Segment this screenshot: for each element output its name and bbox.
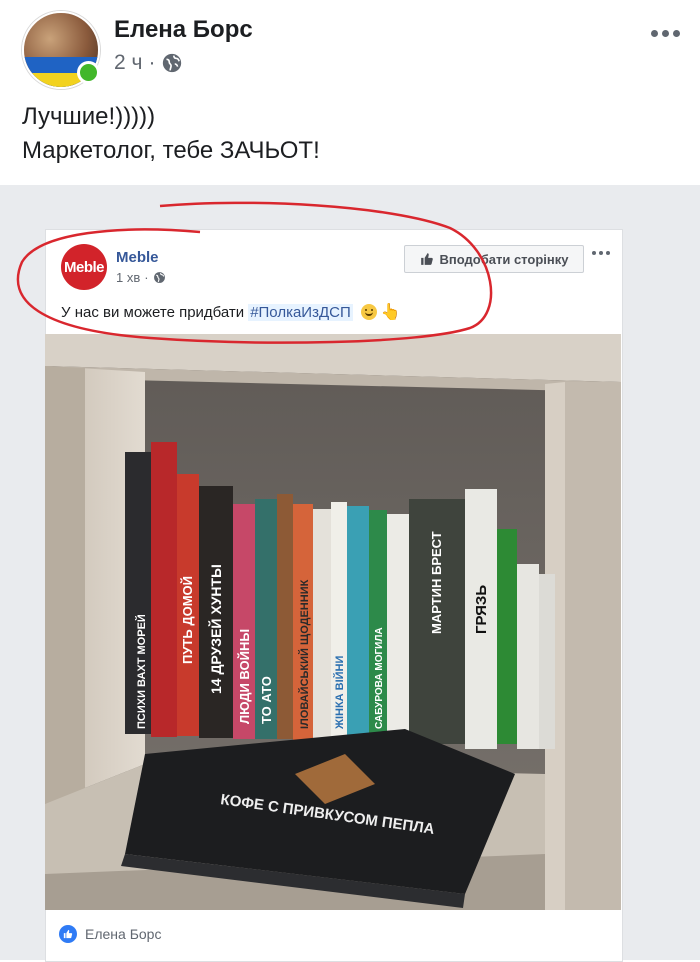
globe-icon xyxy=(163,53,182,73)
hashtag-link[interactable]: #ПолкаИзДСП xyxy=(248,303,353,321)
meta-separator: · xyxy=(144,270,149,285)
globe-icon xyxy=(153,272,165,283)
dot-icon xyxy=(662,30,669,37)
dot-icon xyxy=(592,251,596,255)
reaction-name[interactable]: Елена Борс xyxy=(85,926,161,942)
post-options-button[interactable] xyxy=(651,30,680,37)
thumbs-up-icon xyxy=(63,929,73,939)
like-page-button[interactable]: Вподобати сторінку xyxy=(404,245,584,273)
book-title: ЛЮДИ ВОЙНЫ xyxy=(237,629,252,724)
post-author-name[interactable]: Елена Борс xyxy=(114,16,253,44)
pointing-hand-emoji-icon: 👆 xyxy=(380,304,401,321)
meta-separator: · xyxy=(148,51,156,74)
like-page-label: Вподобати сторінку xyxy=(439,251,569,267)
book-title: ТО АТО xyxy=(259,676,274,724)
meble-logo[interactable]: Meble xyxy=(61,244,107,290)
book-title: ЖІНКА ВІЙНИ xyxy=(333,655,346,730)
shared-options-button[interactable] xyxy=(592,251,610,255)
shelf-photo[interactable]: ПСИХИ ВАХТ МОРЕЙ ПУТЬ ДОМОЙ 14 ДРУЗЕЙ ХУ… xyxy=(45,334,621,910)
book-title: 14 ДРУЗЕЙ ХУНТЫ xyxy=(207,564,224,694)
bookshelf-image: ПСИХИ ВАХТ МОРЕЙ ПУТЬ ДОМОЙ 14 ДРУЗЕЙ ХУ… xyxy=(45,334,621,910)
dot-icon xyxy=(673,30,680,37)
book-title: ПСИХИ ВАХТ МОРЕЙ xyxy=(135,614,148,729)
shared-post-text-body: У нас ви можете придбати xyxy=(61,303,245,321)
dot-icon xyxy=(606,251,610,255)
reaction-bar: Елена Борс xyxy=(45,910,621,958)
shared-page-name[interactable]: Meble xyxy=(116,249,159,266)
like-reaction-icon xyxy=(59,925,77,943)
book-title: ІЛОВАЙСЬКИЙ ЩОДЕННИК xyxy=(298,579,311,729)
shared-post-meta: 1 хв · xyxy=(116,270,166,285)
shared-post-time: 1 хв xyxy=(116,270,141,285)
post-text: Лучшие!))))) Маркетолог, тебе ЗАЧЬОТ! xyxy=(22,100,320,168)
dot-icon xyxy=(599,251,603,255)
thumbs-up-icon xyxy=(420,253,433,265)
post-meta: 2 ч · xyxy=(114,51,183,75)
post-time[interactable]: 2 ч xyxy=(114,51,142,75)
shared-post-text: У нас ви можете придбати #ПолкаИзДСП 👆 xyxy=(61,302,401,322)
online-status-indicator xyxy=(77,61,100,84)
book-title: МАРТИН БРЕСТ xyxy=(429,531,444,634)
post-text-line2: Маркетолог, тебе ЗАЧЬОТ! xyxy=(22,137,320,164)
smile-emoji-icon xyxy=(360,304,377,320)
dot-icon xyxy=(651,30,658,37)
post-text-line1: Лучшие!))))) xyxy=(22,103,156,130)
book-title: ПУТЬ ДОМОЙ xyxy=(180,576,195,664)
book-title: ГРЯЗЬ xyxy=(473,585,490,634)
book-title: САБУРОВА МОГИЛА xyxy=(374,627,385,729)
